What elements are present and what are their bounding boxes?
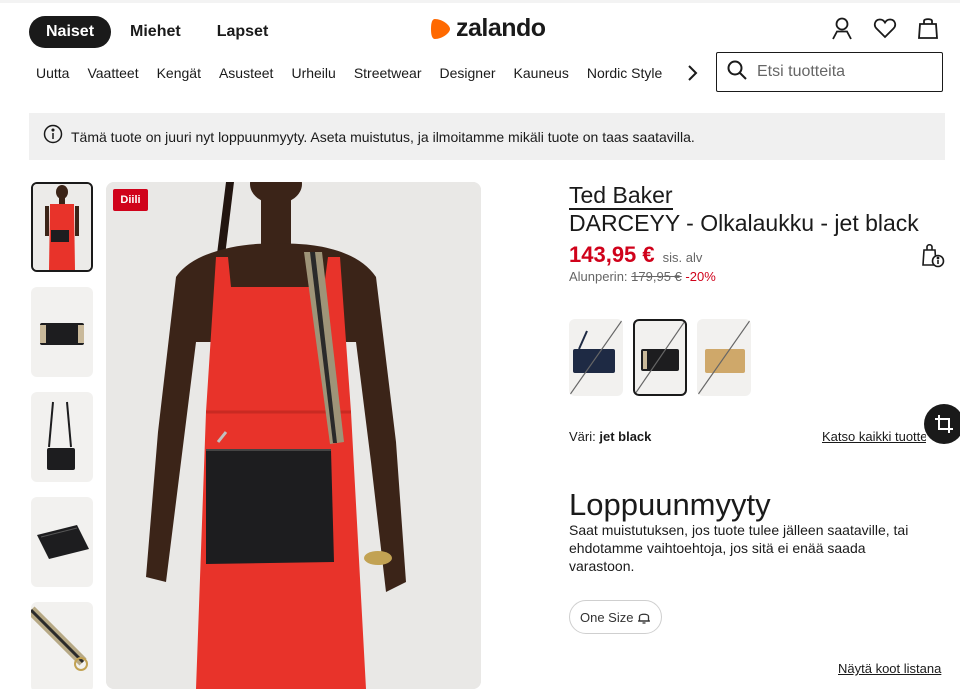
tab-miehet[interactable]: Miehet <box>113 16 198 48</box>
swatch-jet-black[interactable] <box>633 319 687 396</box>
crop-icon[interactable] <box>924 404 960 444</box>
thumbnail-model[interactable] <box>31 182 93 272</box>
thumbnail-bag-open[interactable] <box>31 497 93 587</box>
tab-lapset[interactable]: Lapset <box>200 16 286 48</box>
soldout-title: Loppuunmyyty <box>569 487 771 522</box>
deal-badge: Diili <box>113 189 148 211</box>
nav-item-vaatteet[interactable]: Vaatteet <box>87 64 138 82</box>
zalando-logo[interactable]: zalando <box>430 14 546 43</box>
info-icon <box>43 124 63 149</box>
user-icon[interactable] <box>828 14 856 42</box>
heart-icon[interactable] <box>871 14 899 42</box>
size-label: One Size <box>580 609 634 625</box>
nav-item-kauneus[interactable]: Kauneus <box>514 64 569 82</box>
discount-percent: -20% <box>685 269 716 284</box>
original-price-row: Alunperin: 179,95 € -20% <box>569 269 716 284</box>
nav-item-kengat[interactable]: Kengät <box>157 64 201 82</box>
color-label: Väri: <box>569 429 596 444</box>
soldout-notice: Tämä tuote on juuri nyt loppuunmyyty. As… <box>29 113 945 160</box>
zalando-logo-icon <box>430 17 452 41</box>
color-swatches <box>569 319 761 396</box>
search-input[interactable] <box>757 63 927 81</box>
size-list-link[interactable]: Näytä koot listana <box>838 661 941 676</box>
brand-link[interactable]: Ted Baker <box>569 182 673 210</box>
thumbnail-bag-front[interactable] <box>31 287 93 377</box>
search-box[interactable] <box>716 52 943 92</box>
logo-text: zalando <box>456 14 546 42</box>
all-products-link[interactable]: Katso kaikki tuotteet <box>822 429 926 444</box>
soldout-description: Saat muistutuksen, jos tuote tulee jälle… <box>569 522 909 574</box>
price-row: 143,95 € sis. alv <box>569 242 702 268</box>
bag-info-icon[interactable] <box>921 242 945 268</box>
product-title: DARCEYY - Olkalaukku - jet black <box>569 210 919 236</box>
tab-naiset[interactable]: Naiset <box>29 16 112 48</box>
chevron-right-icon[interactable] <box>682 62 702 84</box>
thumbnail-list <box>31 182 93 689</box>
nav-item-urheilu[interactable]: Urheilu <box>291 64 335 82</box>
thumbnail-strap-detail[interactable] <box>31 602 93 689</box>
swatch-camel[interactable] <box>697 319 751 396</box>
thumbnail-bag-strap[interactable] <box>31 392 93 482</box>
header-actions <box>813 14 942 42</box>
top-edge <box>0 0 960 3</box>
nav-item-uutta[interactable]: Uutta <box>36 64 69 82</box>
gender-tabs: Naiset Miehet Lapset <box>29 16 287 48</box>
nav-item-streetwear[interactable]: Streetwear <box>354 64 422 82</box>
category-nav: Uutta Vaatteet Kengät Asusteet Urheilu S… <box>36 64 676 82</box>
search-icon <box>727 60 747 85</box>
notice-text: Tämä tuote on juuri nyt loppuunmyyty. As… <box>71 128 695 145</box>
swatch-navy[interactable] <box>569 319 623 396</box>
size-chip[interactable]: One Size <box>569 600 663 634</box>
bag-icon[interactable] <box>914 14 942 42</box>
main-product-image[interactable] <box>106 182 481 689</box>
current-price: 143,95 € <box>569 242 655 267</box>
original-label: Alunperin: <box>569 269 628 284</box>
nav-item-designer[interactable]: Designer <box>440 64 496 82</box>
color-value: jet black <box>599 429 652 444</box>
color-row: Väri: jet black <box>569 429 651 444</box>
original-price: 179,95 € <box>631 269 682 284</box>
vat-note: sis. alv <box>662 250 703 265</box>
nav-item-nordic-style[interactable]: Nordic Style <box>587 64 662 82</box>
nav-item-asusteet[interactable]: Asusteet <box>219 64 273 82</box>
bell-icon <box>637 610 651 625</box>
